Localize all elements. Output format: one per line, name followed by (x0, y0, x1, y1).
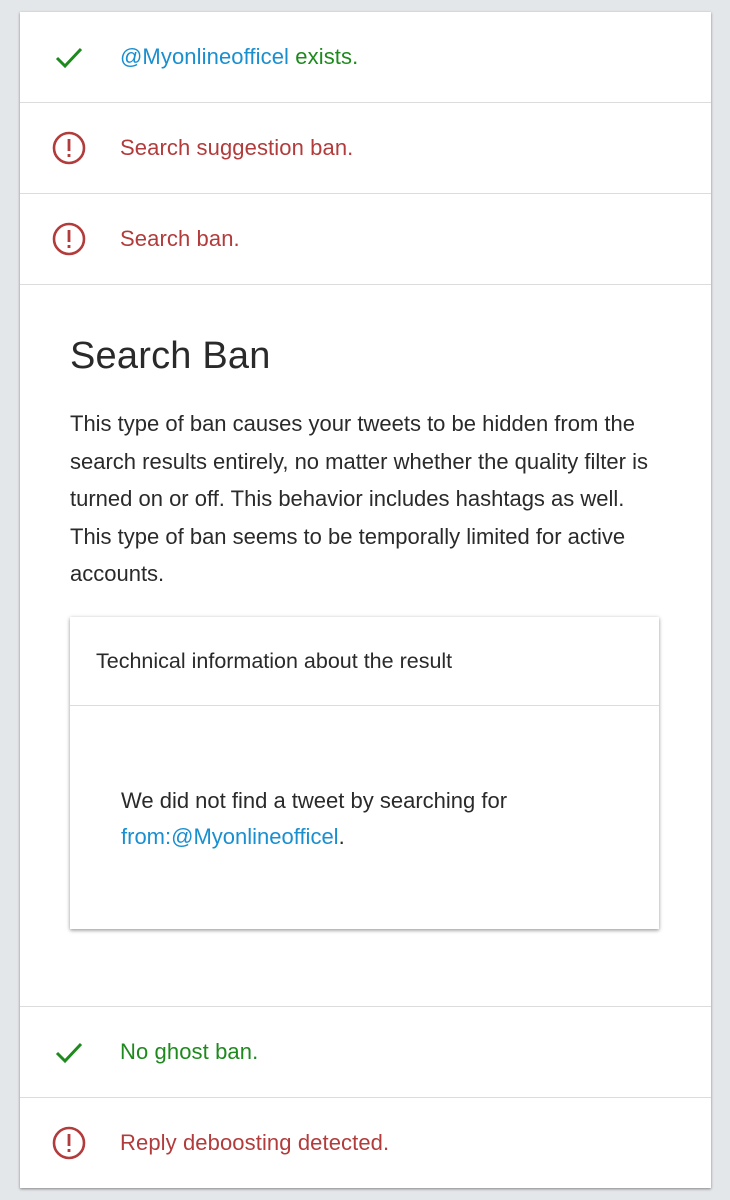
check-row-reply-deboosting[interactable]: Reply deboosting detected. (20, 1098, 711, 1188)
user-handle-link[interactable]: @Myonlineofficel (120, 44, 289, 69)
check-row-ghost-ban: No ghost ban. (20, 1007, 711, 1098)
check-row-search-ban[interactable]: Search ban. (20, 194, 711, 285)
alert-circle-icon (52, 222, 86, 256)
exists-text: exists. (289, 44, 359, 69)
details-description: This type of ban causes your tweets to b… (70, 411, 648, 586)
check-icon (52, 40, 86, 74)
details-title: Search Ban (70, 335, 271, 377)
check-icon (52, 1035, 86, 1069)
check-label: Search suggestion ban. (120, 135, 354, 160)
technical-info-card: Technical information about the result W… (70, 617, 659, 929)
check-label: Reply deboosting detected. (120, 1130, 390, 1155)
technical-info-suffix: . (338, 824, 345, 849)
alert-circle-icon (52, 1126, 86, 1160)
check-row-exists: @Myonlineofficel exists. (20, 12, 711, 103)
check-label: @Myonlineofficel exists. (120, 44, 358, 70)
technical-info-prefix: We did not find a tweet by searching for (121, 788, 508, 813)
technical-info-header: Technical information about the result (70, 617, 659, 706)
check-label: No ghost ban. (120, 1039, 259, 1064)
technical-info-text: We did not find a tweet by searching for… (121, 783, 621, 855)
search-ban-details-panel: Search Ban This type of ban causes your … (20, 285, 711, 1007)
check-label: Search ban. (120, 226, 240, 251)
search-query-link[interactable]: from:@Myonlineofficel (121, 824, 339, 849)
check-row-search-suggestion-ban[interactable]: Search suggestion ban. (20, 103, 711, 194)
alert-circle-icon (52, 131, 86, 165)
shadowban-results-card: @Myonlineofficel exists. Search suggesti… (20, 12, 711, 1188)
